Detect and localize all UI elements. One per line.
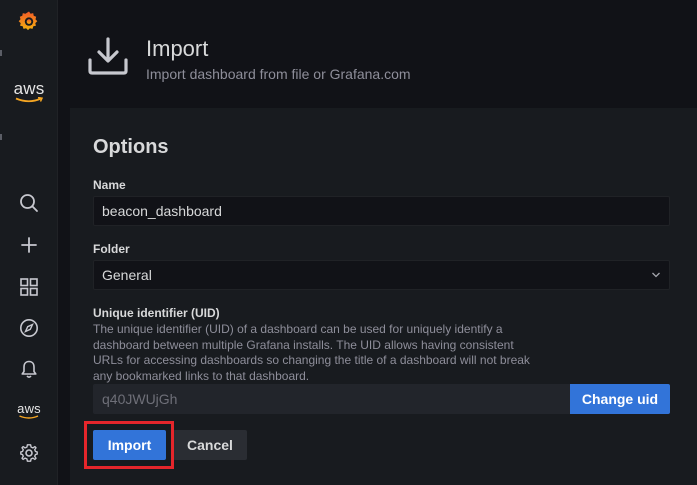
options-heading: Options: [93, 136, 169, 158]
page-title: Import: [146, 36, 209, 61]
cancel-button[interactable]: Cancel: [173, 430, 247, 460]
folder-label: Folder: [93, 242, 130, 256]
uid-label: Unique identifier (UID): [93, 306, 220, 320]
folder-select[interactable]: General: [93, 260, 670, 290]
gear-icon[interactable]: [0, 436, 58, 470]
import-options-panel: [70, 108, 697, 485]
aws-smile-icon: [15, 97, 44, 103]
bell-icon[interactable]: [0, 352, 58, 386]
chevron-down-icon: [651, 269, 661, 281]
folder-select-value: General: [102, 267, 152, 283]
name-label: Name: [93, 178, 126, 192]
sidebar-divider-tick: [0, 50, 2, 56]
name-input[interactable]: beacon_dashboard: [93, 196, 670, 226]
aws-plugin-logo[interactable]: aws: [0, 74, 58, 110]
page-subtitle: Import dashboard from file or Grafana.co…: [146, 66, 411, 82]
dashboards-grid-icon[interactable]: [0, 270, 58, 304]
aws-icon[interactable]: aws: [0, 394, 58, 428]
uid-input-value: q40JWUjGh: [102, 391, 178, 407]
aws-smile-small-icon: [19, 415, 39, 419]
aws-logo-label: aws: [13, 79, 45, 98]
change-uid-button[interactable]: Change uid: [570, 384, 670, 414]
sidebar-divider-tick: [0, 134, 2, 140]
plus-icon[interactable]: [0, 228, 58, 262]
aws-nav-label: aws: [17, 401, 41, 416]
uid-description: The unique identifier (UID) of a dashboa…: [93, 322, 530, 383]
import-button[interactable]: Import: [93, 430, 166, 460]
search-icon[interactable]: [0, 186, 58, 220]
compass-icon[interactable]: [0, 311, 58, 345]
sidebar: aws aws: [0, 0, 58, 485]
grafana-logo-icon[interactable]: [0, 4, 58, 38]
name-input-value: beacon_dashboard: [102, 203, 222, 219]
import-icon: [87, 36, 129, 81]
uid-input[interactable]: q40JWUjGh: [93, 384, 570, 414]
